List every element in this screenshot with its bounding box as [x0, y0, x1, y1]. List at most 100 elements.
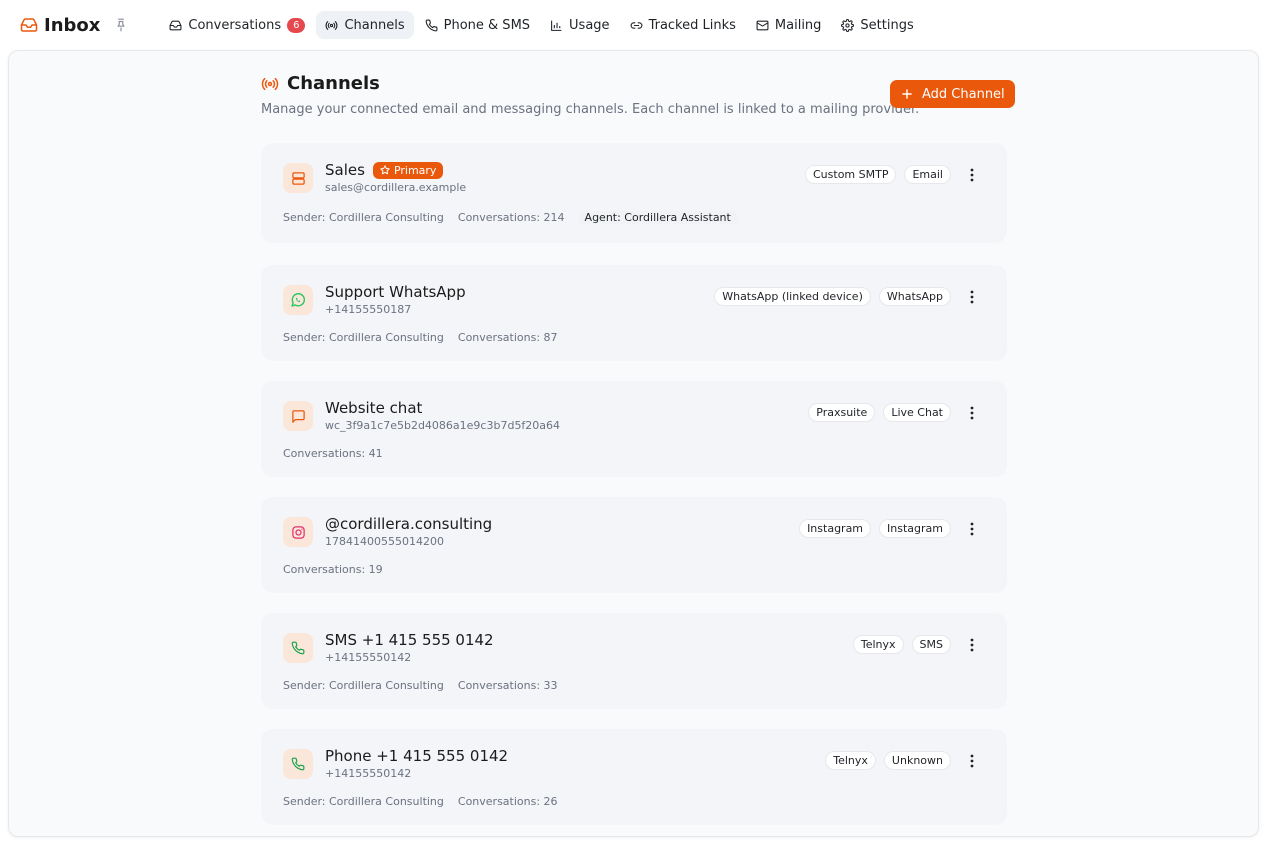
more-options-icon[interactable] [963, 520, 981, 538]
tab-settings[interactable]: Settings [832, 11, 922, 39]
primary-label: Primary [393, 163, 437, 177]
channel-meta: Sender: Cordillera Consulting Conversati… [283, 679, 558, 692]
channel-name: Website chat [325, 399, 423, 417]
provider-tag: Telnyx [825, 751, 876, 770]
conversation-count: Conversations: 26 [457, 795, 558, 808]
channel-name: Sales [325, 161, 365, 179]
channel-icon-box [283, 749, 313, 779]
tab-conversations[interactable]: Conversations 6 [160, 11, 314, 39]
channel-tags: Praxsuite Live Chat [808, 403, 981, 422]
brand[interactable]: Inbox [20, 15, 128, 36]
sender-info: Sender: Cordillera Consulting [283, 331, 444, 344]
gear-icon [841, 18, 855, 32]
channel-meta: Sender: Cordillera Consulting Conversati… [283, 331, 558, 344]
type-tag: WhatsApp [878, 287, 951, 306]
tab-label: Tracked Links [648, 17, 736, 33]
channel-card[interactable]: Support WhatsApp +14155550187 WhatsApp (… [261, 265, 1007, 361]
channel-address: +14155550142 [325, 767, 412, 780]
radio-icon [261, 77, 279, 90]
phone-icon [291, 641, 305, 655]
channel-name-row: SMS +1 415 555 0142 [325, 631, 494, 649]
channel-name: SMS +1 415 555 0142 [325, 631, 494, 649]
tab-label: Channels [344, 17, 405, 33]
channel-address: sales@cordillera.example [325, 181, 467, 194]
provider-tag: Telnyx [852, 635, 904, 654]
more-options-icon[interactable] [963, 752, 981, 770]
channel-tags: WhatsApp (linked device) WhatsApp [714, 287, 981, 306]
type-tag: Unknown [883, 751, 951, 770]
channel-meta: Sender: Cordillera Consulting Conversati… [283, 211, 737, 224]
channel-tags: Instagram Instagram [799, 519, 981, 538]
app-title: Inbox [44, 14, 101, 36]
tab-usage[interactable]: Usage [541, 11, 619, 39]
tab-channels[interactable]: Channels [316, 11, 414, 39]
channel-name: @cordillera.consulting [325, 515, 493, 533]
conversation-count: Conversations: 87 [457, 331, 558, 344]
channel-card[interactable]: @cordillera.consulting 17841400555014200… [261, 497, 1007, 593]
sender-info: Sender: Cordillera Consulting [283, 211, 444, 224]
channel-tags: Telnyx Unknown [825, 751, 981, 770]
channel-address: wc_3f9a1c7e5b2d4086a1e9c3b7d5f20a64 [325, 419, 561, 432]
channel-icon-box [283, 401, 313, 431]
instagram-icon [291, 525, 305, 539]
primary-badge: Primary [372, 161, 444, 179]
channel-card[interactable]: SMS +1 415 555 0142 +14155550142 Telnyx … [261, 613, 1007, 709]
tab-label: Conversations [188, 17, 282, 33]
provider-tag: Custom SMTP [805, 165, 897, 184]
channel-meta: Conversations: 19 [283, 563, 383, 576]
conversation-count: Conversations: 33 [457, 679, 558, 692]
channel-name-row: Sales Primary [325, 161, 444, 179]
more-options-icon[interactable] [963, 636, 981, 654]
channel-card[interactable]: Website chat wc_3f9a1c7e5b2d4086a1e9c3b7… [261, 381, 1007, 477]
page-title: Channels [287, 73, 380, 94]
tab-label: Settings [860, 17, 914, 33]
provider-tag: WhatsApp (linked device) [714, 287, 871, 306]
channel-address: +14155550142 [325, 651, 412, 664]
conversation-count: Conversations: 214 [457, 211, 565, 224]
tab-mailing[interactable]: Mailing [747, 11, 831, 39]
channel-icon-box [283, 633, 313, 663]
type-tag: Email [904, 165, 951, 184]
tab-tracked-links[interactable]: Tracked Links [621, 11, 745, 39]
channel-name: Support WhatsApp [325, 283, 466, 301]
bar-chart-icon [551, 20, 562, 31]
channel-meta: Sender: Cordillera Consulting Conversati… [283, 795, 558, 808]
pin-icon[interactable] [114, 18, 128, 32]
server-icon [291, 171, 305, 185]
channel-address: 17841400555014200 [325, 535, 444, 548]
plus-icon [902, 89, 912, 99]
channel-icon-box [283, 285, 313, 315]
type-tag: Instagram [879, 519, 951, 538]
channel-name: Phone +1 415 555 0142 [325, 747, 509, 765]
mail-icon [756, 20, 769, 30]
sender-info: Sender: Cordillera Consulting [283, 795, 444, 808]
conversation-count: Conversations: 41 [283, 447, 383, 460]
link-icon [630, 21, 642, 29]
channel-name-row: Website chat [325, 399, 422, 417]
type-tag: SMS [911, 635, 951, 654]
channel-address: +14155550187 [325, 303, 412, 316]
channel-tags: Telnyx SMS [852, 635, 981, 654]
tab-label: Phone & SMS [443, 17, 531, 33]
phone-icon [291, 757, 305, 771]
tab-phone-sms[interactable]: Phone & SMS [416, 11, 539, 39]
inbox-icon [20, 18, 38, 32]
add-channel-button[interactable]: Add Channel [890, 80, 1015, 108]
channel-card[interactable]: Sales Primary sales@cordillera.example C… [261, 143, 1007, 243]
channel-name-row: @cordillera.consulting [325, 515, 492, 533]
whatsapp-icon [291, 293, 305, 307]
conversation-count: Conversations: 19 [283, 563, 383, 576]
inbox-icon [169, 20, 182, 30]
sender-info: Sender: Cordillera Consulting [283, 679, 444, 692]
more-options-icon[interactable] [963, 166, 981, 184]
radio-icon [326, 20, 338, 30]
phone-icon [425, 19, 438, 31]
more-options-icon[interactable] [963, 404, 981, 422]
channel-icon-box [283, 163, 313, 193]
channel-meta: Conversations: 41 [283, 447, 383, 460]
channel-name-row: Phone +1 415 555 0142 [325, 747, 508, 765]
agent-info: Agent: Cordillera Assistant [578, 211, 737, 224]
provider-tag: Instagram [799, 519, 872, 538]
channel-card[interactable]: Phone +1 415 555 0142 +14155550142 Telny… [261, 729, 1007, 825]
more-options-icon[interactable] [963, 288, 981, 306]
